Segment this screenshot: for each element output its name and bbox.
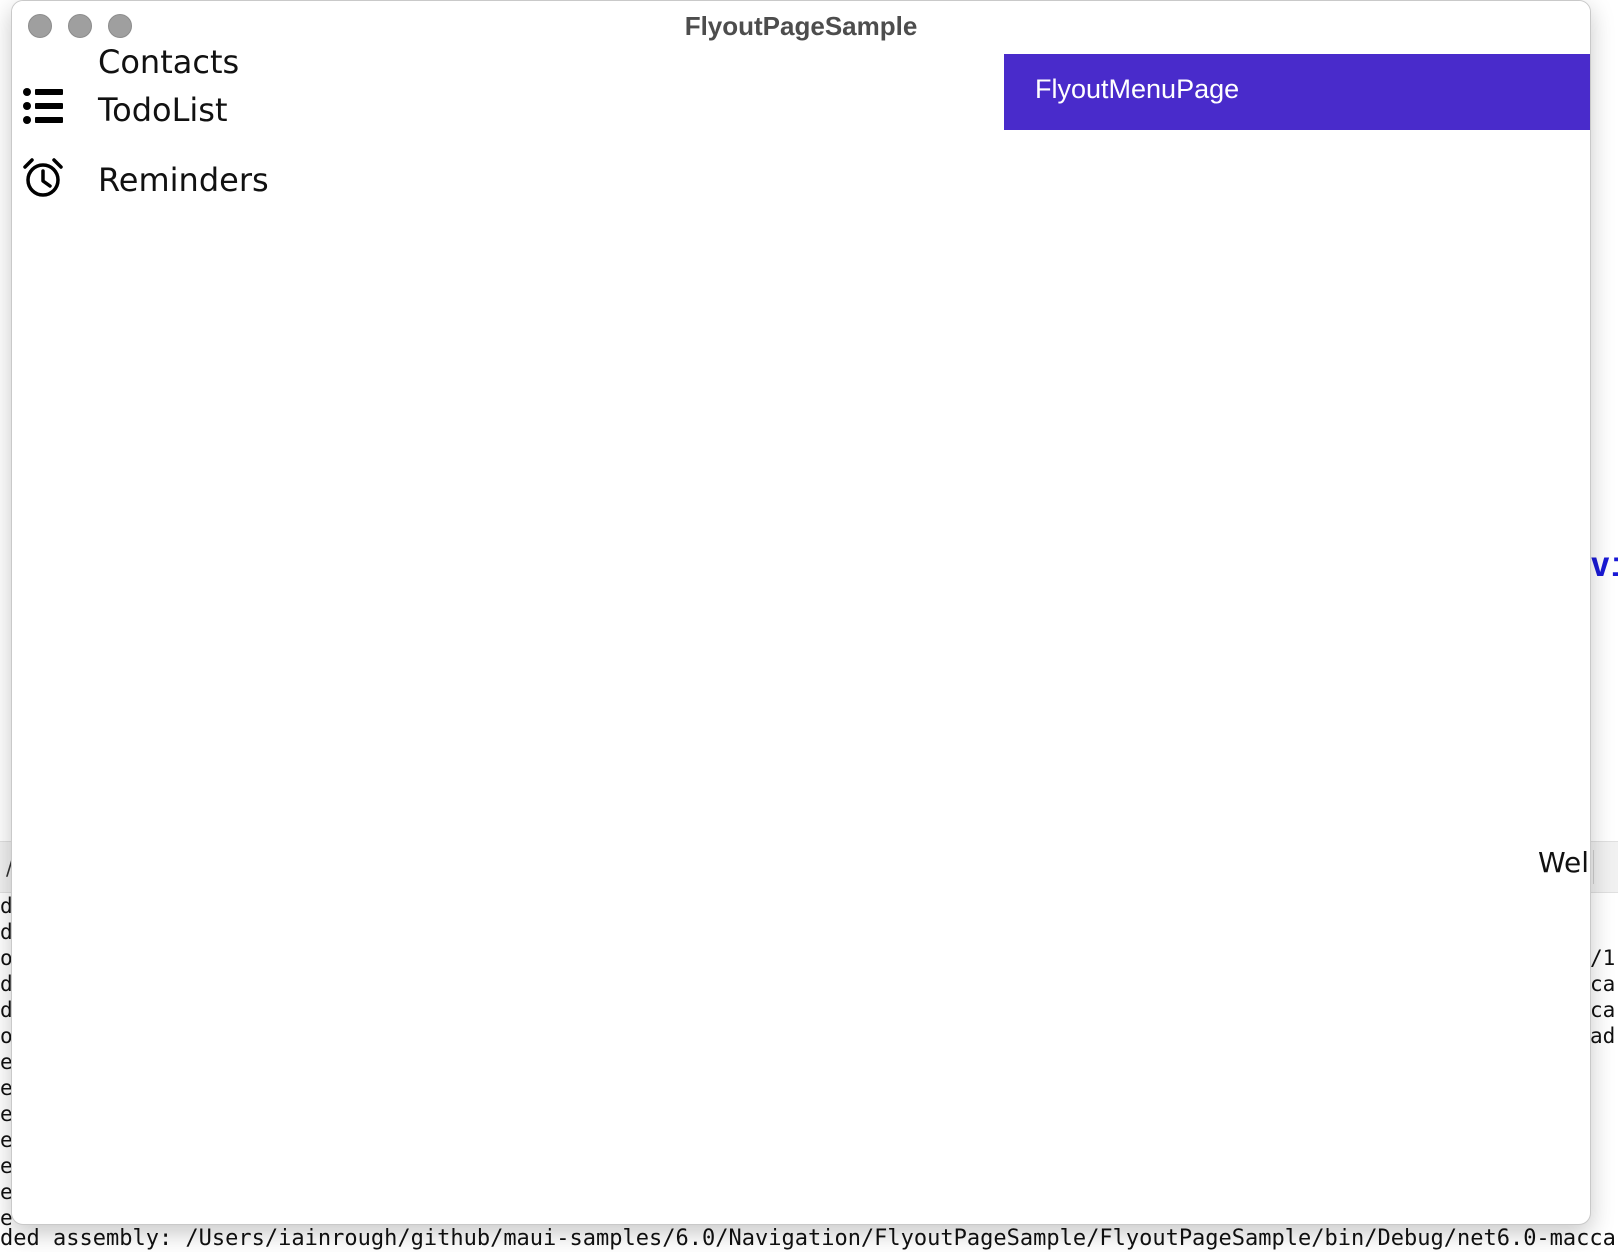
menu-item-todolist[interactable]: TodoList	[12, 85, 412, 145]
menu-item-label: Contacts	[98, 43, 240, 81]
flyout-menu-header-title: FlyoutMenuPage	[1035, 74, 1240, 104]
menu-item-reminders[interactable]: Reminders	[12, 157, 412, 217]
background-tab-divider	[1593, 850, 1594, 884]
alarm-clock-icon	[22, 157, 64, 199]
app-window: FlyoutPageSample Contacts TodoList Remin…	[11, 0, 1591, 1225]
list-bullet-icon	[22, 85, 64, 127]
console-fragment: /1	[1590, 946, 1616, 970]
background-console-right-column: /1 ca ca ad	[1590, 945, 1618, 1049]
flyout-menu-header: FlyoutMenuPage	[1004, 54, 1590, 130]
menu-item-label: Reminders	[98, 161, 269, 199]
console-fragment: ad	[1590, 1024, 1616, 1048]
background-code-fragment: vi	[1590, 545, 1618, 585]
menu-item-label: TodoList	[98, 91, 228, 129]
console-fragment: ca	[1590, 998, 1616, 1022]
background-console-bottom-line: ded assembly: /Users/iainrough/github/ma…	[0, 1226, 1616, 1251]
console-fragment: ca	[1590, 972, 1616, 996]
window-title: FlyoutPageSample	[684, 11, 918, 41]
welcome-label: Welc	[1538, 846, 1590, 879]
detail-page-clip: Welc	[1538, 846, 1590, 886]
